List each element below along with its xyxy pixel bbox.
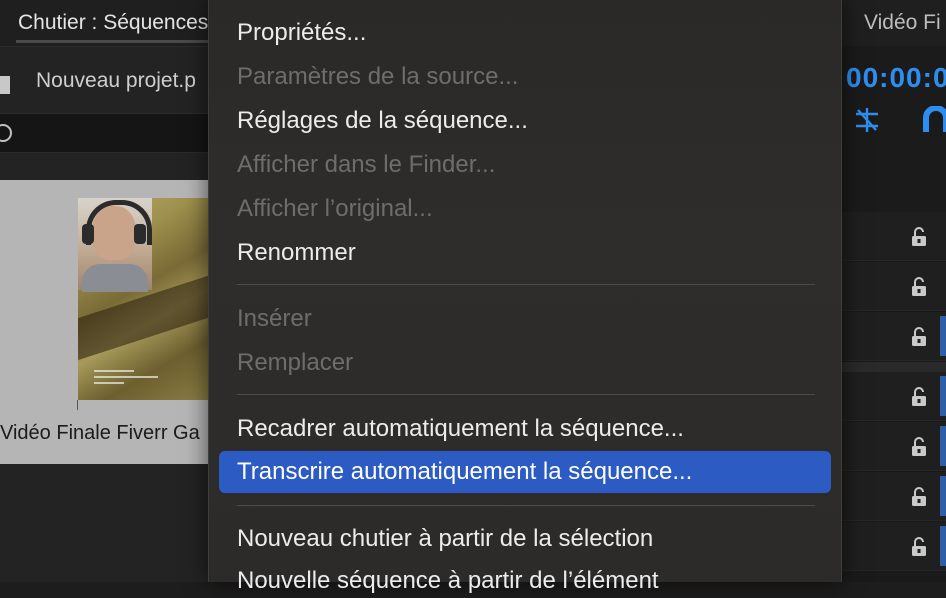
unlock-icon[interactable] <box>908 326 930 348</box>
menu-item-proprietes[interactable]: Propriétés... <box>219 16 831 50</box>
linked-selection-icon[interactable] <box>922 106 946 134</box>
timeline-clip[interactable] <box>940 426 946 466</box>
unlock-icon[interactable] <box>908 226 930 248</box>
timeline-clip[interactable] <box>940 476 946 516</box>
unlock-icon[interactable] <box>908 436 930 458</box>
bin-tab[interactable]: Chutier : Séquences <box>0 0 210 47</box>
menu-item-parametres-source: Paramètres de la source... <box>237 63 519 90</box>
program-tab-title: Vidéo Fi <box>864 11 941 34</box>
unlock-icon[interactable] <box>908 276 930 298</box>
menu-separator <box>237 505 815 506</box>
menu-item-nouvelle-sequence[interactable]: Nouvelle séquence à partir de l’élément <box>219 564 831 598</box>
menu-item-transcrire-auto[interactable]: Transcrire automatiquement la séquence..… <box>219 451 831 493</box>
project-path: Nouveau projet.p <box>36 69 196 92</box>
menu-item-afficher-original: Afficher l’original... <box>237 195 433 222</box>
track-row[interactable] <box>838 312 946 361</box>
track-row[interactable] <box>838 472 946 521</box>
timecode-display[interactable]: 00:00:0 <box>846 62 946 94</box>
thumbnail-caption-line <box>94 376 158 378</box>
program-panel: Vidéo Fi 00:00:0 <box>838 0 946 582</box>
thumbnail-ear-right <box>134 224 146 244</box>
context-menu: Propriétés... Paramètres de la source...… <box>208 0 842 594</box>
menu-item-reglages-sequence[interactable]: Réglages de la séquence... <box>219 104 831 138</box>
unlock-icon[interactable] <box>908 536 930 558</box>
bin-tab-title: Chutier : Séquences <box>18 11 209 34</box>
menu-item-remplacer: Remplacer <box>237 349 354 376</box>
track-row[interactable] <box>838 212 946 261</box>
unlock-icon[interactable] <box>908 486 930 508</box>
search-icon <box>0 124 12 142</box>
track-row[interactable] <box>838 372 946 421</box>
clip-thumbnail[interactable] <box>78 198 210 400</box>
thumbnail-ear-left <box>82 224 94 244</box>
menu-item-inserer: Insérer <box>237 305 312 332</box>
thumbnail-caption-line <box>94 370 134 372</box>
track-row[interactable] <box>838 422 946 471</box>
thumbnail-caption-line <box>94 382 124 384</box>
menu-item-nouveau-chutier[interactable]: Nouveau chutier à partir de la sélection <box>219 522 831 556</box>
timeline-clip[interactable] <box>940 526 946 566</box>
menu-separator <box>237 284 815 285</box>
menu-item-afficher-finder: Afficher dans le Finder... <box>237 151 496 178</box>
unlock-icon[interactable] <box>908 386 930 408</box>
timeline-clip[interactable] <box>940 376 946 416</box>
snap-icon[interactable] <box>852 106 882 134</box>
folder-icon[interactable] <box>0 76 10 94</box>
clip-label[interactable]: Vidéo Finale Fiverr Ga <box>0 422 210 445</box>
thumbnail-tick <box>77 400 78 410</box>
track-headers <box>838 212 946 582</box>
active-tab-indicator <box>16 40 210 43</box>
menu-separator <box>237 394 815 395</box>
bin-search-field[interactable] <box>0 113 210 153</box>
thumbnail-shirt <box>82 264 148 292</box>
menu-item-recadrer-auto[interactable]: Recadrer automatiquement la séquence... <box>219 412 831 446</box>
bin-panel: Chutier : Séquences Nouveau projet.p Vid… <box>0 0 210 582</box>
track-row[interactable] <box>838 262 946 311</box>
timeline-clip[interactable] <box>940 316 946 356</box>
track-row[interactable] <box>838 522 946 571</box>
menu-item-renommer[interactable]: Renommer <box>219 236 831 270</box>
program-tab[interactable]: Vidéo Fi <box>838 0 946 46</box>
